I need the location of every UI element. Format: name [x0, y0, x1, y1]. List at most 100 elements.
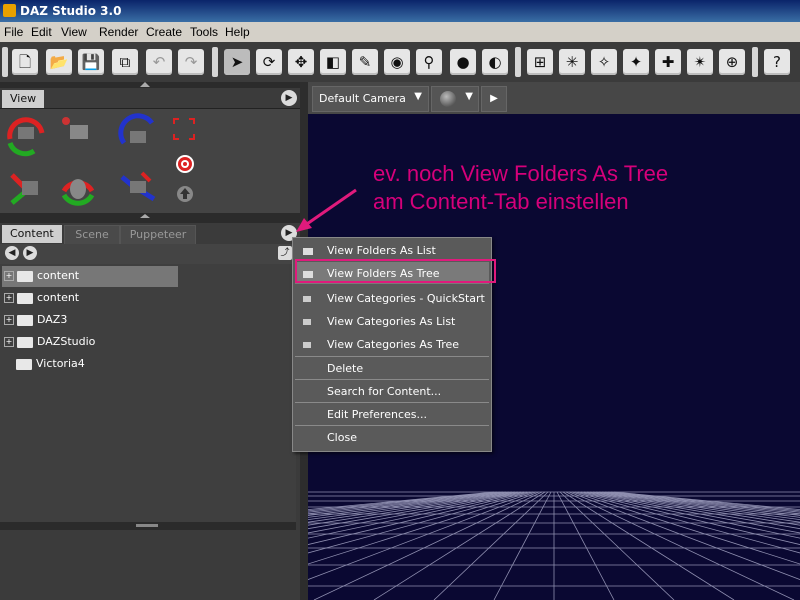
expand-icon[interactable]: +: [4, 271, 14, 281]
up-arrow-icon[interactable]: [176, 185, 194, 203]
translate-camera-icon[interactable]: [116, 165, 160, 209]
expand-icon[interactable]: +: [4, 337, 14, 347]
menu-view[interactable]: View: [61, 25, 87, 39]
distant-light-icon[interactable]: ✦: [623, 49, 649, 75]
camera-select-label: Default Camera: [319, 92, 406, 105]
pose-icon[interactable]: ✴: [687, 49, 713, 75]
pan-camera-icon[interactable]: [56, 113, 100, 157]
save-icon[interactable]: 💾: [78, 49, 104, 75]
tree-row[interactable]: + content: [4, 266, 79, 286]
shading-sphere-icon: [440, 91, 456, 107]
annotation-arrow: [296, 188, 357, 232]
annotation-text: ev. noch View Folders As Tree am Content…: [373, 160, 668, 216]
tab-puppeteer[interactable]: Puppeteer: [120, 225, 196, 245]
view-panel-header: View ▶: [0, 88, 300, 109]
tree-row-label: content: [37, 291, 80, 304]
category-icon: [303, 342, 311, 348]
tree-row[interactable]: Victoria4: [16, 354, 85, 374]
view-panel-menu-button[interactable]: ▶: [281, 90, 297, 106]
panel-splitter[interactable]: [0, 213, 300, 223]
window-title: DAZ Studio 3.0: [20, 4, 122, 18]
camera-select[interactable]: Default Camera ▼: [312, 86, 429, 112]
undo-icon[interactable]: ↶: [146, 49, 172, 75]
content-panel-tabs: Content Scene Puppeteer ▶: [0, 223, 300, 245]
tab-scene[interactable]: Scene: [64, 225, 120, 245]
new-file-icon[interactable]: 🗋: [12, 49, 38, 75]
app-logo-icon: [3, 4, 16, 17]
tree-row[interactable]: + DAZ3: [4, 310, 67, 330]
menu-item-view-folders-list[interactable]: View Folders As List: [327, 244, 436, 257]
bone-icon[interactable]: ⚲: [416, 49, 442, 75]
tab-view[interactable]: View: [2, 90, 45, 108]
tree-row[interactable]: + content: [4, 288, 79, 308]
folder-icon: [16, 358, 32, 370]
tree-row[interactable]: + DAZStudio: [4, 332, 95, 352]
annotation-line-1: ev. noch View Folders As Tree: [373, 161, 669, 186]
tree-row-label: content: [37, 269, 80, 282]
menu-create[interactable]: Create: [146, 25, 182, 39]
view-tools-area: [0, 109, 300, 213]
zoom-camera-icon[interactable]: [56, 165, 100, 209]
menu-item-delete[interactable]: Delete: [327, 362, 363, 375]
toolbar-separator: [752, 47, 758, 77]
menu-help[interactable]: Help: [225, 25, 250, 39]
add-node-icon[interactable]: ⊞: [527, 49, 553, 75]
content-tree: + content + content + DAZ3 + DAZStudio Victo…: [0, 264, 296, 522]
scale-icon[interactable]: ◧: [320, 49, 346, 75]
chevron-down-icon: ▼: [465, 91, 473, 102]
menu-edit[interactable]: Edit: [31, 25, 52, 39]
menu-bar: File Edit View Render Create Tools Help: [0, 22, 800, 42]
up-folder-icon[interactable]: ⤴: [278, 246, 292, 260]
render-sphere-icon[interactable]: ●: [450, 49, 476, 75]
spotlight-icon[interactable]: ✳: [559, 49, 585, 75]
tree-row-label: DAZStudio: [37, 335, 96, 348]
merge-icon[interactable]: ⧉: [112, 49, 138, 75]
tab-content[interactable]: Content: [2, 225, 62, 243]
select-arrow-icon[interactable]: ➤: [224, 49, 250, 75]
menu-item-view-categories-tree[interactable]: View Categories As Tree: [327, 338, 459, 351]
menu-tools[interactable]: Tools: [190, 25, 218, 39]
roll-camera-icon[interactable]: [116, 113, 160, 157]
menu-item-search[interactable]: Search for Content...: [327, 385, 441, 398]
orbit-camera-icon[interactable]: [4, 113, 48, 157]
tree-row-label: DAZ3: [37, 313, 68, 326]
redo-icon[interactable]: ↷: [178, 49, 204, 75]
menu-item-view-categories-quickstart[interactable]: View Categories - QuickStart: [327, 292, 485, 305]
menu-separator: [295, 356, 489, 357]
help-icon[interactable]: ?: [764, 49, 790, 75]
open-folder-icon[interactable]: 📂: [46, 49, 72, 75]
menu-item-view-categories-list[interactable]: View Categories As List: [327, 315, 455, 328]
forward-arrow-icon[interactable]: ▶: [23, 246, 37, 260]
toolbar-separator: [212, 47, 218, 77]
viewport-header: Default Camera ▼ ▼ ▶: [308, 82, 800, 114]
viewport-options-button[interactable]: ▶: [481, 86, 507, 112]
menu-render[interactable]: Render: [99, 25, 138, 39]
expand-icon[interactable]: +: [4, 293, 14, 303]
menu-file[interactable]: File: [4, 25, 23, 39]
draw-style-select[interactable]: ▼: [431, 86, 479, 112]
translate-icon[interactable]: ✥: [288, 49, 314, 75]
dolly-camera-icon[interactable]: [4, 165, 48, 209]
menu-item-edit-preferences[interactable]: Edit Preferences...: [327, 408, 427, 421]
point-light-icon[interactable]: ✧: [591, 49, 617, 75]
frame-icon[interactable]: [172, 117, 196, 141]
category-icon: [303, 319, 311, 325]
node-weight-icon[interactable]: ✎: [352, 49, 378, 75]
camera-icon[interactable]: ◉: [384, 49, 410, 75]
chevron-down-icon: ▼: [414, 91, 422, 102]
render-settings-icon[interactable]: ◐: [482, 49, 508, 75]
category-icon: [303, 296, 311, 302]
expand-icon[interactable]: +: [4, 315, 14, 325]
left-panel: View ▶ Content Scene Puppeteer ▶ ◀ ▶ ⤴ +…: [0, 82, 300, 600]
title-bar: DAZ Studio 3.0: [0, 0, 800, 22]
toolbar-grip[interactable]: [2, 47, 8, 77]
add-light-icon[interactable]: ✚: [655, 49, 681, 75]
menu-separator: [295, 379, 489, 380]
content-splitter[interactable]: [0, 522, 296, 530]
menu-item-close[interactable]: Close: [327, 431, 357, 444]
add-camera-icon[interactable]: ⊕: [719, 49, 745, 75]
back-arrow-icon[interactable]: ◀: [5, 246, 19, 260]
aim-target-icon[interactable]: [174, 153, 196, 175]
content-preview-area: [0, 530, 296, 600]
rotate-icon[interactable]: ⟳: [256, 49, 282, 75]
